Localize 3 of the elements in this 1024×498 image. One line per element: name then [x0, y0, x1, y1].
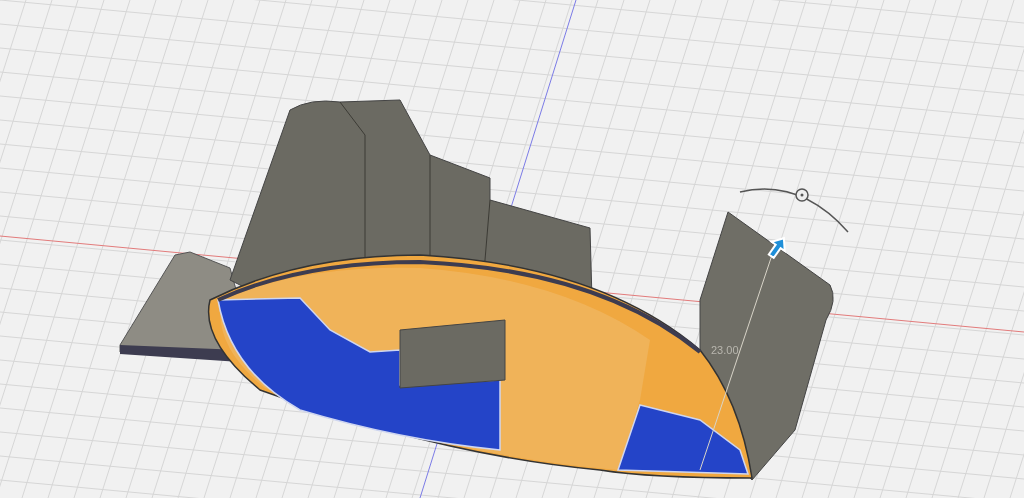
rotation-handle[interactable] [739, 188, 849, 233]
arrow-icon[interactable] [767, 236, 786, 260]
dimension-label: 23.00 [711, 344, 739, 356]
